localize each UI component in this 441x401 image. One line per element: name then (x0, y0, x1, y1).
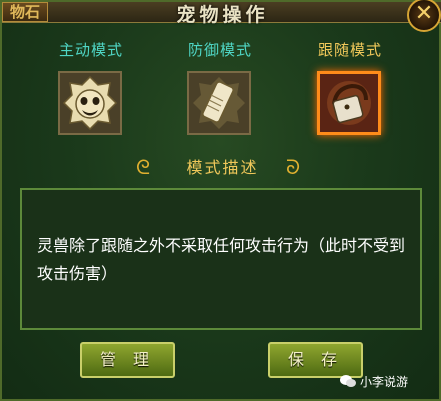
scroll-icon (189, 73, 249, 133)
mode-label-active: 主动模式 (58, 41, 123, 59)
mode-active: 主动模式 (51, 39, 131, 135)
lion-face-icon (60, 73, 120, 133)
mode-active-button[interactable] (58, 71, 122, 135)
save-button[interactable]: 保 存 (268, 342, 363, 378)
pet-operation-window: 物石 宠物操作 ✕ 主动模式 防御模式 跟随模式 ᘓ 模式描述 ᘐ 灵兽除了跟随… (0, 0, 441, 401)
mode-defense: 防御模式 (180, 39, 260, 135)
follow-bag-icon (320, 74, 378, 132)
title-bar: 物石 宠物操作 (2, 2, 441, 26)
manage-button[interactable]: 管 理 (80, 342, 175, 378)
description-title: 模式描述 (186, 158, 259, 177)
description-text: 灵兽除了跟随之外不采取任何攻击行为（此时不受到攻击伤害） (37, 236, 406, 283)
watermark-text: 小李说游 (360, 375, 409, 389)
mode-defense-button[interactable] (187, 71, 251, 135)
description-box: 灵兽除了跟随之外不采取任何攻击行为（此时不受到攻击伤害） (20, 188, 422, 330)
mode-label-follow: 跟随模式 (317, 41, 382, 59)
mode-label-defense: 防御模式 (187, 41, 252, 59)
mode-follow: 跟随模式 (310, 39, 390, 135)
mode-follow-button[interactable] (317, 71, 381, 135)
wechat-icon (340, 375, 356, 387)
description-header: 模式描述 (2, 154, 441, 178)
close-button[interactable]: ✕ (407, 0, 441, 32)
right-swirl-icon: ᘐ (286, 155, 301, 179)
window-title: 宠物操作 (176, 4, 269, 26)
